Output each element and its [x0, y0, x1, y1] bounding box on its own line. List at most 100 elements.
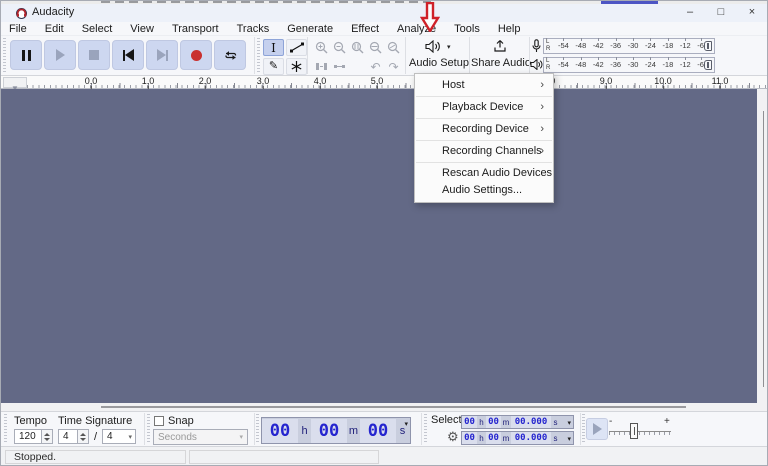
tempo-spinner[interactable] [42, 429, 53, 444]
snap-mode-select[interactable]: Seconds ▾ [153, 429, 248, 445]
chevron-down-icon[interactable]: ▾ [567, 435, 571, 443]
speed-slider-ticks [609, 432, 671, 435]
selection-end-field[interactable]: 00 h 00 m 00.000 s ▾ [461, 431, 574, 445]
stop-icon [89, 50, 99, 60]
ruler-label: 3.0 [257, 76, 270, 86]
vertical-scrollbar-thumb[interactable] [763, 111, 764, 387]
time-signature-upper-input[interactable]: 4 [58, 429, 78, 444]
chevron-down-icon[interactable]: ▾ [404, 420, 408, 428]
snap-toolbar-grip[interactable] [147, 414, 150, 444]
meter-scale-label: -42 [593, 58, 604, 72]
selection-start-field[interactable]: 00 h 00 m 00.000 s ▾ [461, 415, 574, 429]
time-signature-slash: / [94, 431, 97, 443]
pause-button[interactable] [10, 40, 42, 70]
loop-button[interactable] [214, 40, 246, 70]
menu-effect[interactable]: Effect [342, 23, 388, 35]
time-display-grip[interactable] [256, 414, 259, 444]
zoom-selection-button[interactable] [349, 39, 366, 56]
recording-meter[interactable]: L R -54 -48 -42 -36 -30 -24 -18 -12 -6 [543, 38, 715, 54]
meter-scale-label: -42 [593, 39, 604, 53]
zoom-fit-button[interactable] [367, 39, 384, 56]
silence-audio-button[interactable] [331, 58, 348, 75]
time-hours[interactable]: 00 [262, 419, 298, 443]
playback-meter[interactable]: L R -54 -48 -42 -36 -30 -24 -18 -12 -6 [543, 57, 715, 73]
time-signature-lower-select[interactable]: 4 ▾ [102, 429, 136, 444]
minimize-button[interactable]: – [677, 4, 703, 21]
zoom-toggle-button[interactable] [385, 39, 402, 56]
audacity-logo-icon [15, 7, 28, 19]
chevron-down-icon[interactable]: ▾ [567, 419, 571, 427]
zoom-out-button[interactable] [331, 39, 348, 56]
track-area[interactable] [1, 89, 757, 403]
toolbar-separator [307, 37, 308, 74]
menu-item-recording-device[interactable]: Recording Device › [415, 121, 553, 138]
transport-toolbar-grip[interactable] [3, 38, 6, 72]
audio-setup-button[interactable]: ▾ Audio Setup [409, 37, 467, 74]
menu-tracks[interactable]: Tracks [228, 23, 279, 35]
menu-item-playback-device[interactable]: Playback Device › [415, 99, 553, 116]
gear-icon[interactable]: ⚙ [447, 429, 459, 445]
audio-setup-caret-icon: ▾ [447, 44, 451, 51]
skip-to-start-button[interactable] [112, 40, 144, 70]
microphone-icon [532, 39, 541, 53]
time-seconds[interactable]: 00 [360, 419, 396, 443]
play-button[interactable] [44, 40, 76, 70]
submenu-arrow-icon: › [540, 121, 544, 138]
toolbar-separator [421, 413, 422, 445]
undo-button[interactable]: ↶ [367, 58, 384, 75]
top-edge-artifact-text [101, 1, 431, 3]
menu-item-audio-settings[interactable]: Audio Settings... [415, 182, 553, 199]
play-at-speed-grip[interactable] [582, 414, 585, 444]
meter-scale: -54 -48 -42 -36 -30 -24 -18 -12 -6 [558, 58, 704, 72]
close-button[interactable]: × [739, 4, 765, 21]
snap-checkbox[interactable] [154, 416, 164, 426]
record-button[interactable] [180, 40, 212, 70]
maximize-button[interactable]: □ [708, 4, 734, 21]
trim-audio-button[interactable] [313, 58, 330, 75]
speed-slider-thumb[interactable] [630, 423, 638, 439]
timeline-options-button[interactable]: ▼ [3, 77, 27, 88]
channel-left-label: L [546, 58, 550, 65]
horizontal-scrollbar-thumb[interactable] [101, 406, 686, 408]
pause-icon [22, 50, 25, 61]
zoom-in-button[interactable] [313, 39, 330, 56]
selection-tool-button[interactable]: I [263, 39, 284, 56]
time-minutes[interactable]: 00 [311, 419, 347, 443]
selection-toolbar-grip[interactable] [424, 414, 427, 444]
chevron-down-icon: ▾ [128, 433, 132, 441]
channel-right-label: R [546, 65, 550, 72]
time-signature-label: Time Signature [58, 415, 132, 427]
time-toolbar-grip[interactable] [4, 414, 7, 444]
share-audio-button[interactable]: Share Audio [471, 37, 528, 74]
menu-tools[interactable]: Tools [445, 23, 489, 35]
tempo-label: Tempo [14, 415, 47, 427]
menu-file[interactable]: File [9, 23, 36, 35]
status-field [189, 450, 379, 464]
tempo-input[interactable]: 120 [14, 429, 42, 444]
tools-toolbar-grip[interactable] [257, 38, 260, 72]
multi-tool-button[interactable] [286, 58, 307, 75]
redo-button[interactable]: ↷ [385, 58, 402, 75]
envelope-tool-button[interactable] [286, 39, 307, 56]
menu-edit[interactable]: Edit [36, 23, 73, 35]
meter-scale-label: -48 [575, 58, 586, 72]
draw-tool-button[interactable]: ✎ [263, 58, 284, 75]
menu-item-rescan-audio-devices[interactable]: Rescan Audio Devices [415, 165, 553, 182]
zoom-in-icon [315, 41, 328, 54]
meter-scale-label: -24 [645, 39, 656, 53]
menu-select[interactable]: Select [73, 23, 122, 35]
menu-generate[interactable]: Generate [278, 23, 342, 35]
time-display[interactable]: 00 h 00 m 00 s ▾ [261, 417, 411, 444]
stop-button[interactable] [78, 40, 110, 70]
time-signature-spinner[interactable] [78, 429, 89, 444]
play-at-speed-button[interactable] [586, 418, 608, 440]
meter-scale-label: -6 [697, 58, 704, 72]
draw-tool-icon: ✎ [269, 61, 278, 72]
skip-to-end-button[interactable] [146, 40, 178, 70]
menu-item-host[interactable]: Host › [415, 77, 553, 94]
menu-item-recording-channels[interactable]: Recording Channels › [415, 143, 553, 160]
menu-transport[interactable]: Transport [163, 23, 228, 35]
menu-view[interactable]: View [121, 23, 163, 35]
menu-help[interactable]: Help [489, 23, 530, 35]
window-title: Audacity [32, 6, 74, 18]
